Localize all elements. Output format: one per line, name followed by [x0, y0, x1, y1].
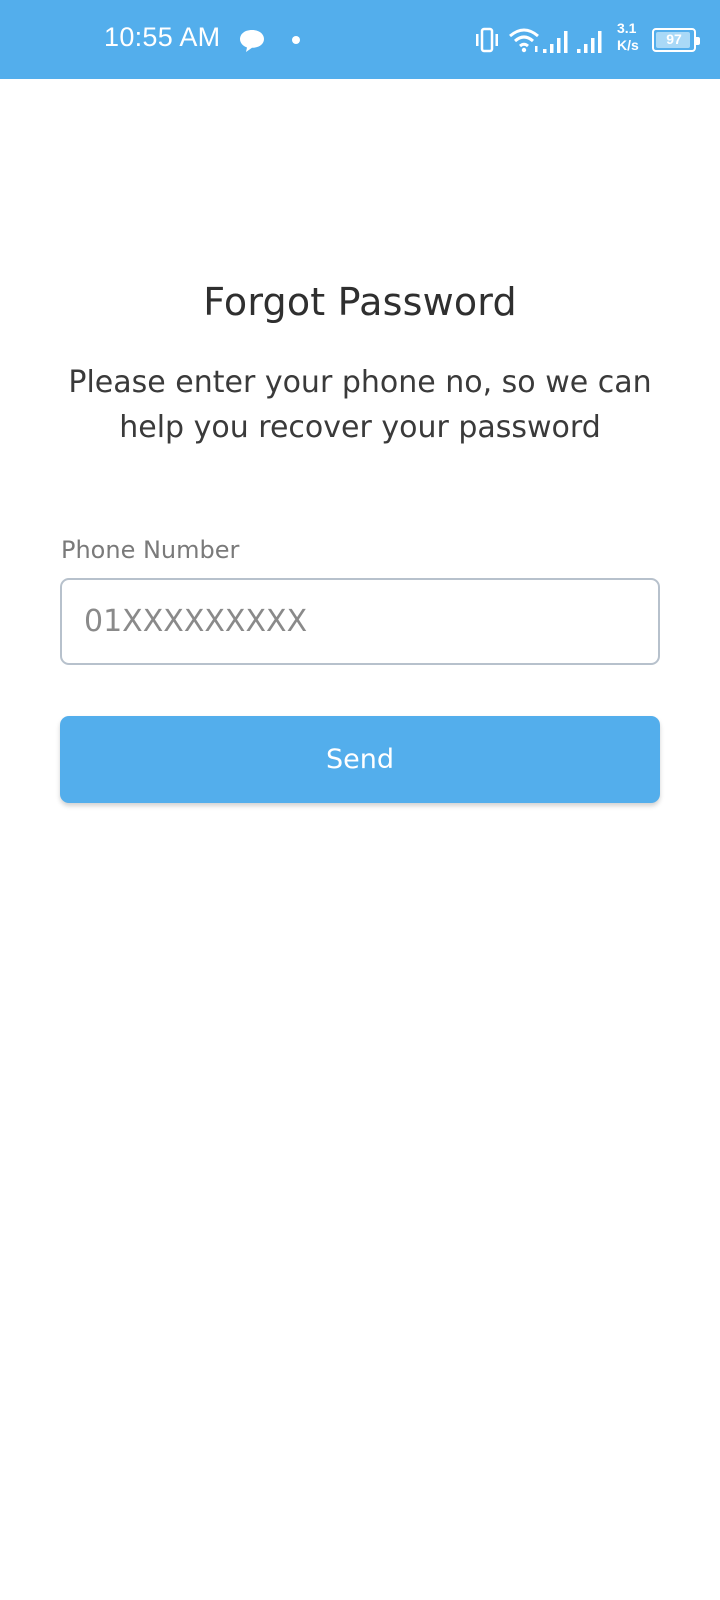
battery-level: 97: [666, 31, 682, 47]
network-speed-unit: K/s: [617, 37, 639, 53]
vibrate-icon: [476, 27, 498, 53]
signal-icon: [543, 31, 568, 53]
notification-dot-icon: [292, 36, 300, 44]
page-title: Forgot Password: [203, 280, 517, 324]
send-button[interactable]: Send: [60, 716, 660, 803]
status-bar: 10:55 AM 3.1 K/s 97: [0, 0, 720, 79]
network-speed: 3.1 K/s: [617, 20, 645, 54]
signal-icon: [577, 31, 602, 53]
page-subtitle: Please enter your phone no, so we can he…: [68, 365, 652, 445]
battery-cap: [696, 37, 700, 45]
network-speed-value: 3.1: [617, 20, 637, 36]
battery-icon: 97: [652, 28, 700, 52]
chat-bubble-icon: [240, 30, 264, 52]
wifi-icon: [509, 28, 539, 53]
status-time: 10:55 AM: [104, 22, 221, 52]
phone-number-input[interactable]: [60, 578, 660, 665]
phone-number-label: Phone Number: [61, 536, 240, 564]
